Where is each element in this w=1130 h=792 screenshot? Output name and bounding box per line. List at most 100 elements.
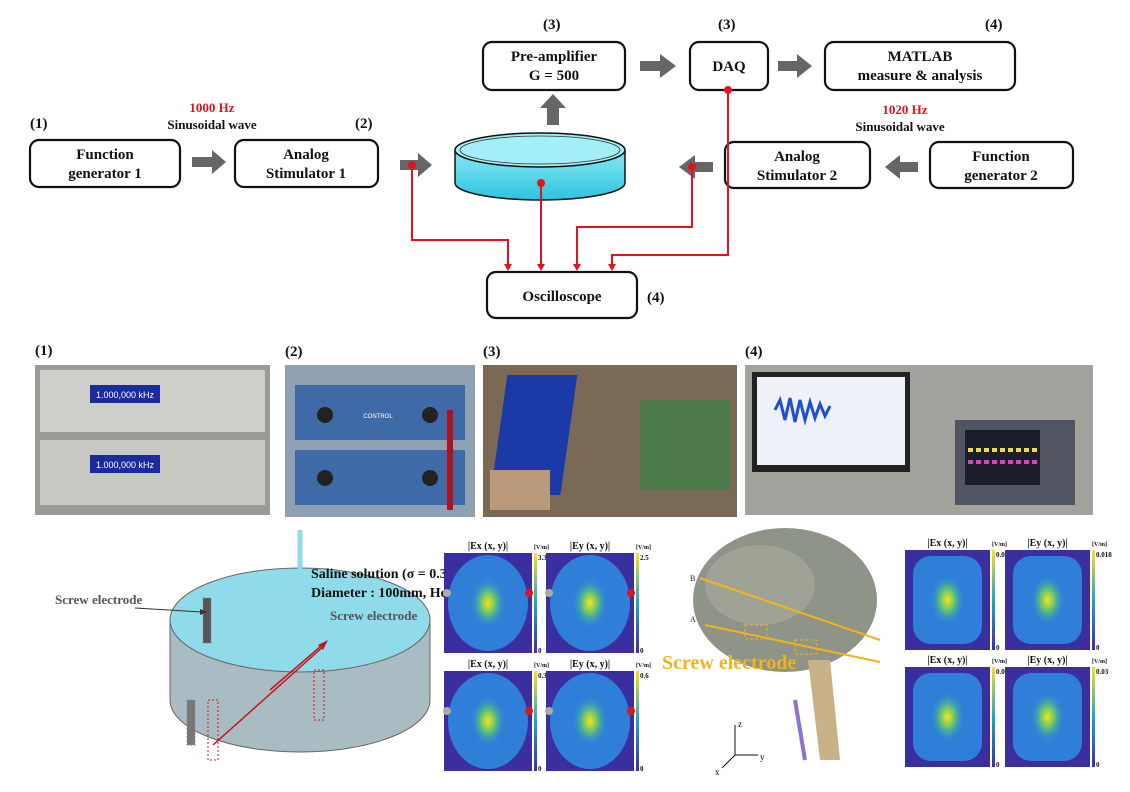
arrow-up-icon xyxy=(540,94,566,125)
colorbar-max: 2.5 xyxy=(640,554,649,562)
photo-daq xyxy=(483,365,737,517)
box-label: Pre-amplifier xyxy=(511,49,598,65)
box-label: generator 2 xyxy=(964,168,1037,184)
axis-z-label: z xyxy=(738,719,742,729)
electrode-marker xyxy=(525,589,533,597)
box-label: Stimulator 1 xyxy=(266,166,346,182)
colorbar xyxy=(1092,667,1095,767)
box-label: Analog xyxy=(283,147,329,163)
box-label: Analog xyxy=(774,149,820,165)
function-generator-1-box: Function generator 1 xyxy=(28,138,182,189)
arrow-right-icon xyxy=(640,54,676,78)
colorbar-min: 0 xyxy=(996,761,1000,769)
marker-as1: (2) xyxy=(355,116,373,132)
matlab-box: MATLAB measure & analysis xyxy=(823,40,1017,92)
box-label: Function xyxy=(972,149,1030,165)
electrode-marker xyxy=(443,589,451,597)
colorbar xyxy=(1092,550,1095,650)
photo-analog-stimulators: CONTROL xyxy=(285,365,475,517)
colorbar-min: 0 xyxy=(1096,644,1100,652)
electrode-marker xyxy=(545,707,553,715)
heatmap-hotspot xyxy=(930,692,965,742)
colorbar-min: 0 xyxy=(640,765,644,773)
electrode-marker xyxy=(627,707,635,715)
map-unit: [V/m] xyxy=(534,663,549,669)
colorbar xyxy=(992,550,995,650)
panel-text: CONTROL xyxy=(363,414,393,420)
arrow-left-icon xyxy=(885,155,918,179)
heatmap-hotspot xyxy=(1030,692,1065,742)
map-title: |Ex (x, y)| xyxy=(468,541,508,552)
box-label: MATLAB xyxy=(888,49,953,65)
box-label: generator 1 xyxy=(68,166,141,182)
colorbar-min: 0 xyxy=(996,644,1000,652)
box-label: Stimulator 2 xyxy=(757,168,837,184)
electrode-marker xyxy=(627,589,635,597)
electrode-marker xyxy=(545,589,553,597)
map-unit: [V/m] xyxy=(992,542,1007,548)
photo-label: (4) xyxy=(745,344,763,360)
photo-function-generators: 1.000,000 kHz 1.000,000 kHz xyxy=(35,365,270,515)
arrow-right-icon xyxy=(192,150,226,174)
photo-label: (1) xyxy=(35,343,53,359)
colorbar xyxy=(636,671,639,771)
photo-matlab-oscilloscope xyxy=(745,365,1093,515)
oscilloscope-box: Oscilloscope xyxy=(485,270,639,320)
map-title: |Ey (x, y)| xyxy=(570,541,610,552)
brain-field-maps: |Ex (x, y)| [V/m]0.020|Ey (x, y)| [V/m]0.0… xyxy=(905,538,1112,769)
box-label: G = 500 xyxy=(529,68,579,84)
colorbar-max: 3.3 xyxy=(538,554,547,562)
colorbar-min: 0 xyxy=(1096,761,1100,769)
heatmap-hotspot xyxy=(470,578,506,628)
display-text: 1.000,000 kHz xyxy=(96,460,155,470)
phantom-model xyxy=(134,530,431,761)
map-unit: [V/m] xyxy=(1092,659,1107,665)
marker-pre: (3) xyxy=(543,17,561,33)
colorbar-min: 0 xyxy=(640,647,644,655)
colorbar xyxy=(534,671,537,771)
marker-osc: (4) xyxy=(647,290,665,306)
display-text: 1.000,000 kHz xyxy=(96,390,155,400)
photo-label: (2) xyxy=(285,344,303,360)
axis-y-label: y xyxy=(760,752,765,762)
colorbar-min: 0 xyxy=(538,765,542,773)
phantom-field-maps: |Ex (x, y)| [V/m] 3.3 0 |Ey (x, y)| [V/m] 2.5 0… xyxy=(443,541,651,773)
pre-amplifier-box: Pre-amplifier G = 500 xyxy=(481,40,627,92)
screw-electrode-brain-label: Screw electrode xyxy=(662,652,796,674)
colorbar-min: 0 xyxy=(538,647,542,655)
arrow-right-icon xyxy=(778,54,812,78)
colorbar xyxy=(534,553,537,653)
map-unit: [V/m] xyxy=(1092,542,1107,548)
colorbar-max: 0.018 xyxy=(1096,551,1112,559)
heatmap-hotspot xyxy=(572,696,608,746)
photo-label: (3) xyxy=(483,344,501,360)
figure: (1) (2) 1000 Hz Sinusoidal wave Function… xyxy=(28,17,1112,777)
box-label: Function xyxy=(76,147,134,163)
freq-1: 1000 Hz xyxy=(189,100,234,115)
analog-stimulator-1-box: Analog Stimulator 1 xyxy=(233,138,380,189)
wave-2: Sinusoidal wave xyxy=(855,119,944,134)
map-title: |Ex (x, y)| xyxy=(468,659,508,670)
map-title: |Ey (x, y)| xyxy=(1027,655,1067,666)
analog-stimulator-2-box: Analog Stimulator 2 xyxy=(723,140,872,190)
daq-box: DAQ xyxy=(688,40,770,92)
map-title: |Ey (x, y)| xyxy=(570,659,610,670)
electrode-marker xyxy=(443,707,451,715)
function-generator-2-box: Function generator 2 xyxy=(928,140,1075,190)
colorbar xyxy=(992,667,995,767)
electrode-marker xyxy=(525,707,533,715)
box-label: DAQ xyxy=(712,59,746,75)
colorbar-max: 0.03 xyxy=(1096,668,1109,676)
freq-2: 1020 Hz xyxy=(882,102,927,117)
heatmap-hotspot xyxy=(470,696,506,746)
screw-electrode-left-label: Screw electrode xyxy=(55,592,142,607)
map-title: |Ex (x, y)| xyxy=(927,655,967,666)
box-label: Oscilloscope xyxy=(522,289,602,305)
heatmap-hotspot xyxy=(572,578,608,628)
line-a-label: A xyxy=(690,615,696,624)
map-title: |Ex (x, y)| xyxy=(927,538,967,549)
brain-model xyxy=(693,528,881,761)
marker-matlab: (4) xyxy=(985,17,1003,33)
axis-triad xyxy=(721,725,758,769)
colorbar xyxy=(636,553,639,653)
